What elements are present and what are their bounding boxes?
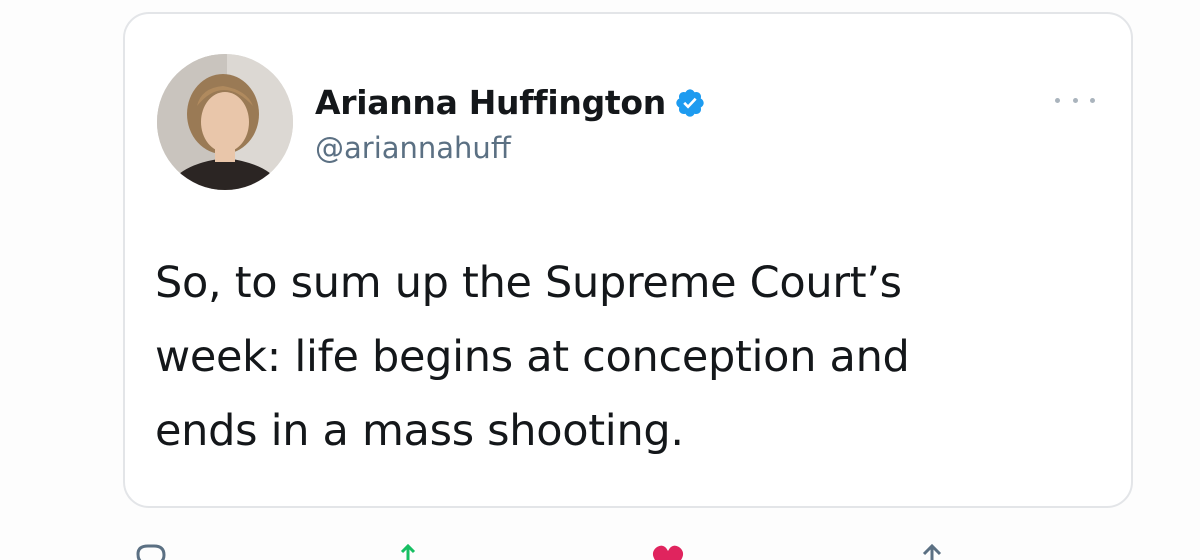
more-dot: [1072, 97, 1078, 103]
verified-badge-icon: [674, 87, 706, 119]
display-name[interactable]: Arianna Huffington: [315, 80, 666, 126]
avatar-image: [157, 54, 293, 190]
retweet-icon[interactable]: [394, 540, 434, 560]
page: Arianna Huffington @ariannahuff So, to s…: [0, 0, 1200, 560]
more-dot: [1055, 97, 1060, 103]
reply-icon[interactable]: [130, 540, 170, 560]
more-dot: [1090, 97, 1095, 103]
like-icon[interactable]: [648, 540, 688, 560]
tweet-actions: [0, 540, 1200, 560]
share-icon[interactable]: [912, 540, 952, 560]
avatar[interactable]: [157, 54, 293, 190]
handle[interactable]: @ariannahuff: [315, 128, 706, 168]
more-options-icon[interactable]: [1055, 92, 1095, 108]
tweet-text: So, to sum up the Supreme Court’s week: …: [155, 258, 910, 456]
author-block: Arianna Huffington @ariannahuff: [315, 80, 706, 168]
name-row: Arianna Huffington: [315, 80, 706, 126]
tweet-card[interactable]: Arianna Huffington @ariannahuff So, to s…: [123, 12, 1133, 508]
